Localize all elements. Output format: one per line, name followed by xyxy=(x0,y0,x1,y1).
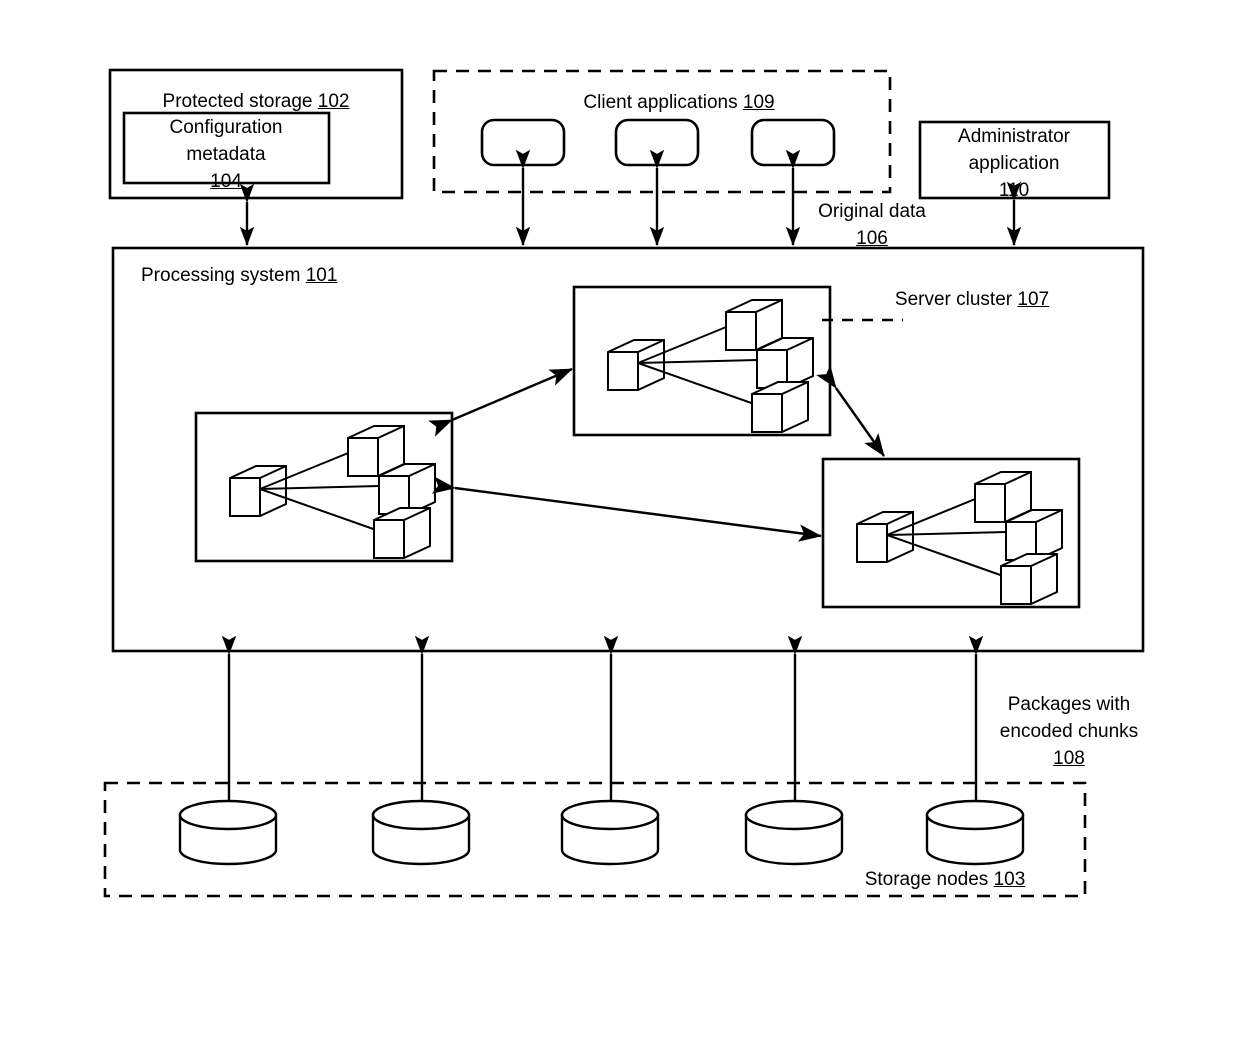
server-cluster-label: Server cluster 107 xyxy=(894,289,1050,310)
protected-storage-ref: 102 xyxy=(317,91,350,112)
client-application-1 xyxy=(480,118,566,167)
administrator-application-ref: 110 xyxy=(998,180,1030,201)
cluster-node-cube-3 xyxy=(373,507,431,559)
original-data-ref: 106 xyxy=(856,228,888,249)
client-applications-ref: 109 xyxy=(742,92,775,113)
administrator-application-label: Administrator application 110 xyxy=(958,123,1070,204)
packages-line2: encoded chunks xyxy=(999,721,1139,742)
processing-system-label: Processing system 101 xyxy=(141,265,338,286)
processing-system-ref: 101 xyxy=(305,265,338,286)
protected-storage-label: Protected storage 102 xyxy=(162,91,350,112)
server-cluster-ref: 107 xyxy=(1017,289,1050,310)
cluster-node-cube-3 xyxy=(1000,553,1058,605)
storage-node-cylinder-5 xyxy=(925,799,1025,866)
packages-ref: 108 xyxy=(1053,748,1085,769)
configuration-metadata-line2: metadata xyxy=(186,144,266,165)
storage-node-cylinder-3 xyxy=(560,799,660,866)
storage-node-cylinder-1 xyxy=(178,799,278,866)
configuration-metadata-ref: 104 xyxy=(210,171,242,192)
cluster-hub-cube xyxy=(229,465,287,517)
original-data-label: Original data 106 xyxy=(818,198,926,252)
client-application-3 xyxy=(750,118,836,167)
client-applications-label: Client applications 109 xyxy=(583,92,775,113)
administrator-application-line1: Administrator xyxy=(958,126,1070,147)
storage-nodes-ref: 103 xyxy=(993,869,1026,890)
cluster-node-cube-2 xyxy=(1005,509,1063,561)
server-cluster-left xyxy=(194,411,454,563)
cluster-node-cube-2 xyxy=(378,463,436,515)
storage-nodes-label: Storage nodes 103 xyxy=(864,869,1026,890)
configuration-metadata-line1: Configuration xyxy=(169,117,283,138)
cluster-hub-cube xyxy=(856,511,914,563)
cluster-hub-cube xyxy=(607,339,665,391)
packages-line1: Packages with xyxy=(1007,694,1131,715)
original-data-text: Original data xyxy=(818,201,926,222)
server-cluster-right xyxy=(821,457,1081,609)
packages-encoded-chunks-label: Packages with encoded chunks 108 xyxy=(1000,691,1138,772)
configuration-metadata-label: Configuration metadata 104 xyxy=(169,114,282,195)
server-cluster-top xyxy=(572,285,832,437)
storage-node-cylinder-4 xyxy=(744,799,844,866)
patent-figure: Protected storage 102 Configuration meta… xyxy=(0,0,1240,1060)
cluster-node-cube-2 xyxy=(756,337,814,389)
storage-node-cylinder-2 xyxy=(371,799,471,866)
cluster-node-cube-3 xyxy=(751,381,809,433)
client-application-2 xyxy=(614,118,700,167)
administrator-application-line2: application xyxy=(968,153,1060,174)
